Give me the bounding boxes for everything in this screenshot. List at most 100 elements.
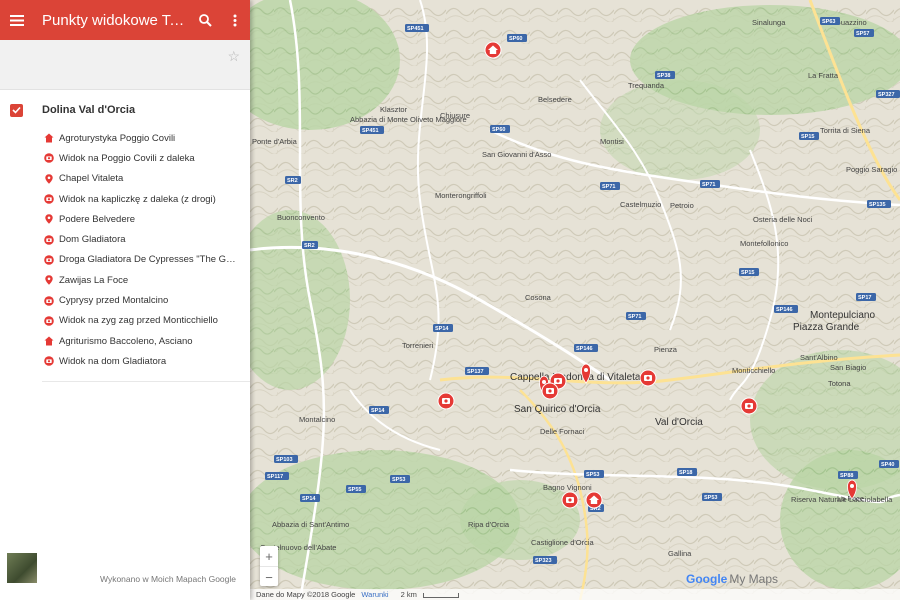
place-label: Montisi <box>600 137 624 146</box>
menu-button[interactable] <box>0 0 34 40</box>
place-label: Petroio <box>670 201 694 210</box>
svg-text:SP38: SP38 <box>657 73 670 79</box>
pin-icon <box>44 174 54 184</box>
place-label: San Quirico d'Orcia <box>514 404 601 415</box>
place-label: San Biagio <box>830 363 866 372</box>
place-list-label: Cyprysy przed Montalcino <box>59 295 169 307</box>
map-data-attribution: Dane do Mapy ©2018 Google <box>256 590 356 599</box>
map-marker-camera[interactable] <box>740 397 758 415</box>
logo-mymaps: My Maps <box>729 572 779 586</box>
place-list-item[interactable]: Zawijas La Foce <box>44 270 250 290</box>
camera-icon <box>44 356 54 367</box>
place-list-item[interactable]: Cyprysy przed Montalcino <box>44 290 250 310</box>
place-list-item[interactable]: Chapel Vitaleta <box>44 169 250 189</box>
road-shield: SP53 <box>390 475 410 483</box>
road-shield: SP327 <box>876 90 900 98</box>
place-list-item[interactable]: Widok na zyg zag przed Monticchiello <box>44 311 250 331</box>
check-icon <box>12 106 21 114</box>
map-svg[interactable]: Sinalunga GuazzinoKlasztorAbbazia di Mont… <box>250 0 900 600</box>
place-label: Buonconvento <box>277 213 325 222</box>
map-marker-camera[interactable] <box>437 392 455 410</box>
road-shield: SP38 <box>655 71 675 79</box>
layer-header: Dolina Val d'Orcia <box>10 92 250 128</box>
map-marker-camera[interactable] <box>639 369 657 387</box>
svg-text:SP14: SP14 <box>371 408 385 414</box>
place-list-item[interactable]: Podere Belvedere <box>44 209 250 229</box>
svg-text:SP15: SP15 <box>741 270 754 276</box>
camera-icon <box>44 316 54 326</box>
place-label: Ponte d'Arbia <box>252 137 298 146</box>
svg-text:SP451: SP451 <box>362 128 379 134</box>
place-label: Val d'Orcia <box>655 417 703 428</box>
more-options-button[interactable] <box>220 0 250 40</box>
road-shield: SP57 <box>854 29 874 37</box>
layer-name[interactable]: Dolina Val d'Orcia <box>42 104 135 116</box>
camera-icon <box>44 234 54 245</box>
layer-checkbox[interactable] <box>10 103 23 117</box>
svg-text:SP53: SP53 <box>586 472 599 478</box>
road-shield: SP137 <box>465 367 489 375</box>
road-shield: SP60 <box>490 125 510 133</box>
place-label: Sinalunga <box>752 18 786 27</box>
place-label: Riserva Naturale Lucciolabella <box>791 495 893 504</box>
road-shield: SP40 <box>879 460 899 468</box>
terms-link[interactable]: Warunki <box>361 590 388 599</box>
search-button[interactable] <box>190 0 220 40</box>
layer-panel: Dolina Val d'Orcia Agroturystyka Poggio … <box>0 92 250 372</box>
place-list-label: Widok na zyg zag przed Monticchiello <box>59 315 218 327</box>
svg-text:SP71: SP71 <box>602 184 615 190</box>
svg-text:SP71: SP71 <box>702 182 715 188</box>
place-label: Osteria delle Noci <box>753 215 813 224</box>
place-list-item[interactable]: Widok na dom Gladiatora <box>44 351 250 371</box>
place-list-item[interactable]: Widok na kapliczkę z daleka (z drogi) <box>44 189 250 209</box>
place-list-item[interactable]: Widok na Poggio Covili z daleka <box>44 148 250 168</box>
road-shield: SP60 <box>507 34 527 42</box>
svg-text:SP451: SP451 <box>407 26 424 32</box>
svg-text:SP117: SP117 <box>267 474 283 480</box>
place-list-item[interactable]: Dom Gladiatora <box>44 229 250 249</box>
place-list-label: Widok na dom Gladiatora <box>59 355 167 367</box>
road-shield: SR2 <box>285 176 301 184</box>
zoom-in-button[interactable]: + <box>260 546 278 567</box>
place-label: Torrita di Siena <box>820 126 871 135</box>
road-shield: SP17 <box>856 293 876 301</box>
map-marker-camera[interactable] <box>561 491 579 509</box>
star-icon[interactable]: ☆ <box>227 48 240 65</box>
place-list-label: Widok na Poggio Covili z daleka <box>59 152 195 164</box>
place-label: Cappella Madonna di Vitaleta <box>510 372 641 383</box>
road-shield: SP14 <box>369 406 389 414</box>
place-list-label: Agriturismo Baccoleno, Asciano <box>59 335 193 347</box>
place-list-label: Agroturystyka Poggio Covili <box>59 132 176 144</box>
place-list-item[interactable]: Droga Gladiatora De Cypresses "The Gladi… <box>44 250 250 270</box>
svg-text:SP137: SP137 <box>467 369 484 375</box>
app-bar: Punkty widokowe Tosk… <box>0 0 250 40</box>
map-marker-camera[interactable] <box>541 382 559 400</box>
attribution-bar: Dane do Mapy ©2018 Google Warunki 2 km <box>250 589 900 600</box>
road-shield: SP53 <box>584 470 604 478</box>
divider <box>42 381 250 382</box>
camera-icon <box>44 295 54 306</box>
map-title[interactable]: Punkty widokowe Tosk… <box>42 12 190 29</box>
map-canvas[interactable]: Sinalunga Guazzino Klasztor Abbazia di Mont… <box>250 0 900 600</box>
made-with-label: Wykonano w Moich Mapach Google <box>100 574 236 584</box>
svg-text:SP40: SP40 <box>881 462 894 468</box>
svg-text:SR2: SR2 <box>287 178 298 184</box>
zoom-control: + − <box>260 546 278 586</box>
road-shield: SP88 <box>838 471 858 479</box>
camera-icon <box>44 194 54 204</box>
map-marker-home[interactable] <box>484 41 502 59</box>
more-vert-icon <box>233 14 237 26</box>
svg-text:SP18: SP18 <box>679 470 692 476</box>
camera-icon <box>44 153 54 164</box>
logo-google: Google <box>686 572 728 586</box>
road-shield: SP63 <box>820 17 840 25</box>
map-marker-home[interactable] <box>585 491 603 509</box>
place-list-item[interactable]: Agroturystyka Poggio Covili <box>44 128 250 148</box>
road-shield: SP14 <box>433 324 453 332</box>
scale-bar <box>422 592 459 598</box>
road-shield: SP323 <box>533 556 557 564</box>
basemap-thumbnail[interactable] <box>7 553 37 583</box>
place-label: Gallina <box>668 549 692 558</box>
zoom-out-button[interactable]: − <box>260 567 278 587</box>
place-list-item[interactable]: Agriturismo Baccoleno, Asciano <box>44 331 250 351</box>
